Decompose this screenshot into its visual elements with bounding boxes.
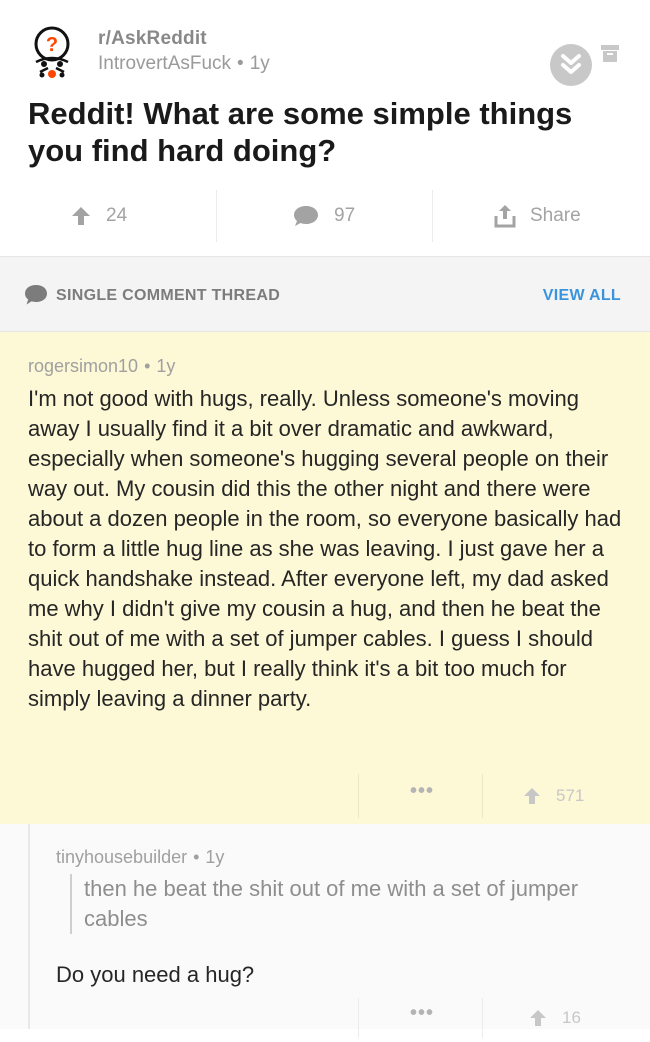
collapse-icon[interactable] bbox=[550, 44, 592, 86]
comment-body: I'm not good with hugs, really. Unless s… bbox=[28, 386, 622, 711]
post-meta: IntrovertAsFuck • 1y bbox=[98, 53, 270, 75]
more-options-button[interactable]: ••• bbox=[410, 780, 434, 803]
meta-separator: • bbox=[144, 356, 151, 376]
comment-footer: ••• 571 bbox=[0, 772, 650, 824]
comment-icon bbox=[294, 206, 318, 226]
meta-separator: • bbox=[237, 53, 244, 74]
post-age: 1y bbox=[249, 53, 270, 74]
comment-author[interactable]: tinyhousebuilder bbox=[56, 847, 187, 867]
footer-divider bbox=[482, 774, 483, 818]
comment-reply: tinyhousebuilder • 1y then he beat the shi… bbox=[0, 824, 650, 1038]
thread-icon bbox=[24, 284, 48, 311]
comments-button[interactable]: 97 bbox=[292, 184, 355, 248]
svg-text:?: ? bbox=[46, 34, 58, 56]
post-header: ? r/AskReddit IntrovertAsFuck • 1y Reddit!… bbox=[0, 0, 650, 256]
comment-highlighted: rogersimon10 • 1y I'm not good with hugs, … bbox=[0, 332, 650, 824]
single-thread-bar: SINGLE COMMENT THREAD VIEW ALL bbox=[0, 256, 650, 332]
upvote-icon bbox=[530, 1010, 546, 1026]
comment-author[interactable]: rogersimon10 bbox=[28, 356, 138, 376]
subreddit-name[interactable]: r/AskReddit bbox=[98, 28, 207, 50]
view-all-link[interactable]: VIEW ALL bbox=[543, 287, 621, 305]
footer-divider bbox=[358, 774, 359, 818]
comment-body: Do you need a hug? bbox=[56, 962, 255, 987]
upvote-icon bbox=[72, 207, 90, 225]
comment-footer: ••• 16 bbox=[0, 998, 650, 1042]
comment-meta: tinyhousebuilder • 1y bbox=[56, 847, 224, 868]
more-options-button[interactable]: ••• bbox=[410, 1002, 434, 1025]
snoo-icon[interactable]: ? bbox=[24, 24, 80, 80]
comment-age: 1y bbox=[156, 356, 176, 376]
comment-score: 571 bbox=[556, 786, 585, 805]
comment-meta: rogersimon10 • 1y bbox=[28, 356, 175, 377]
post-author[interactable]: IntrovertAsFuck bbox=[98, 53, 231, 74]
share-icon bbox=[494, 205, 516, 228]
archive-icon[interactable] bbox=[600, 44, 620, 69]
post-title[interactable]: Reddit! What are some simple things you … bbox=[28, 95, 628, 169]
comment-quote: then he beat the shit out of me with a s… bbox=[70, 874, 624, 934]
footer-divider bbox=[358, 998, 359, 1038]
comment-score: 16 bbox=[562, 1008, 581, 1027]
comment-count: 97 bbox=[334, 205, 356, 226]
action-divider bbox=[432, 190, 433, 242]
thread-label: SINGLE COMMENT THREAD bbox=[56, 287, 281, 304]
share-label: Share bbox=[530, 205, 581, 226]
footer-divider bbox=[482, 998, 483, 1038]
action-divider bbox=[216, 190, 217, 242]
upvote-button[interactable]: 24 bbox=[70, 184, 127, 248]
upvote-count: 24 bbox=[106, 205, 128, 226]
upvote-icon bbox=[524, 788, 540, 804]
comment-age: 1y bbox=[205, 847, 225, 867]
comment-upvote-button[interactable]: 571 bbox=[522, 786, 584, 806]
reply-indent-rail bbox=[28, 824, 30, 1029]
post-actions: 24 97 Share bbox=[0, 184, 650, 248]
meta-separator: • bbox=[193, 847, 200, 867]
comment-upvote-button[interactable]: 16 bbox=[528, 1008, 581, 1028]
share-button[interactable]: Share bbox=[494, 184, 581, 248]
